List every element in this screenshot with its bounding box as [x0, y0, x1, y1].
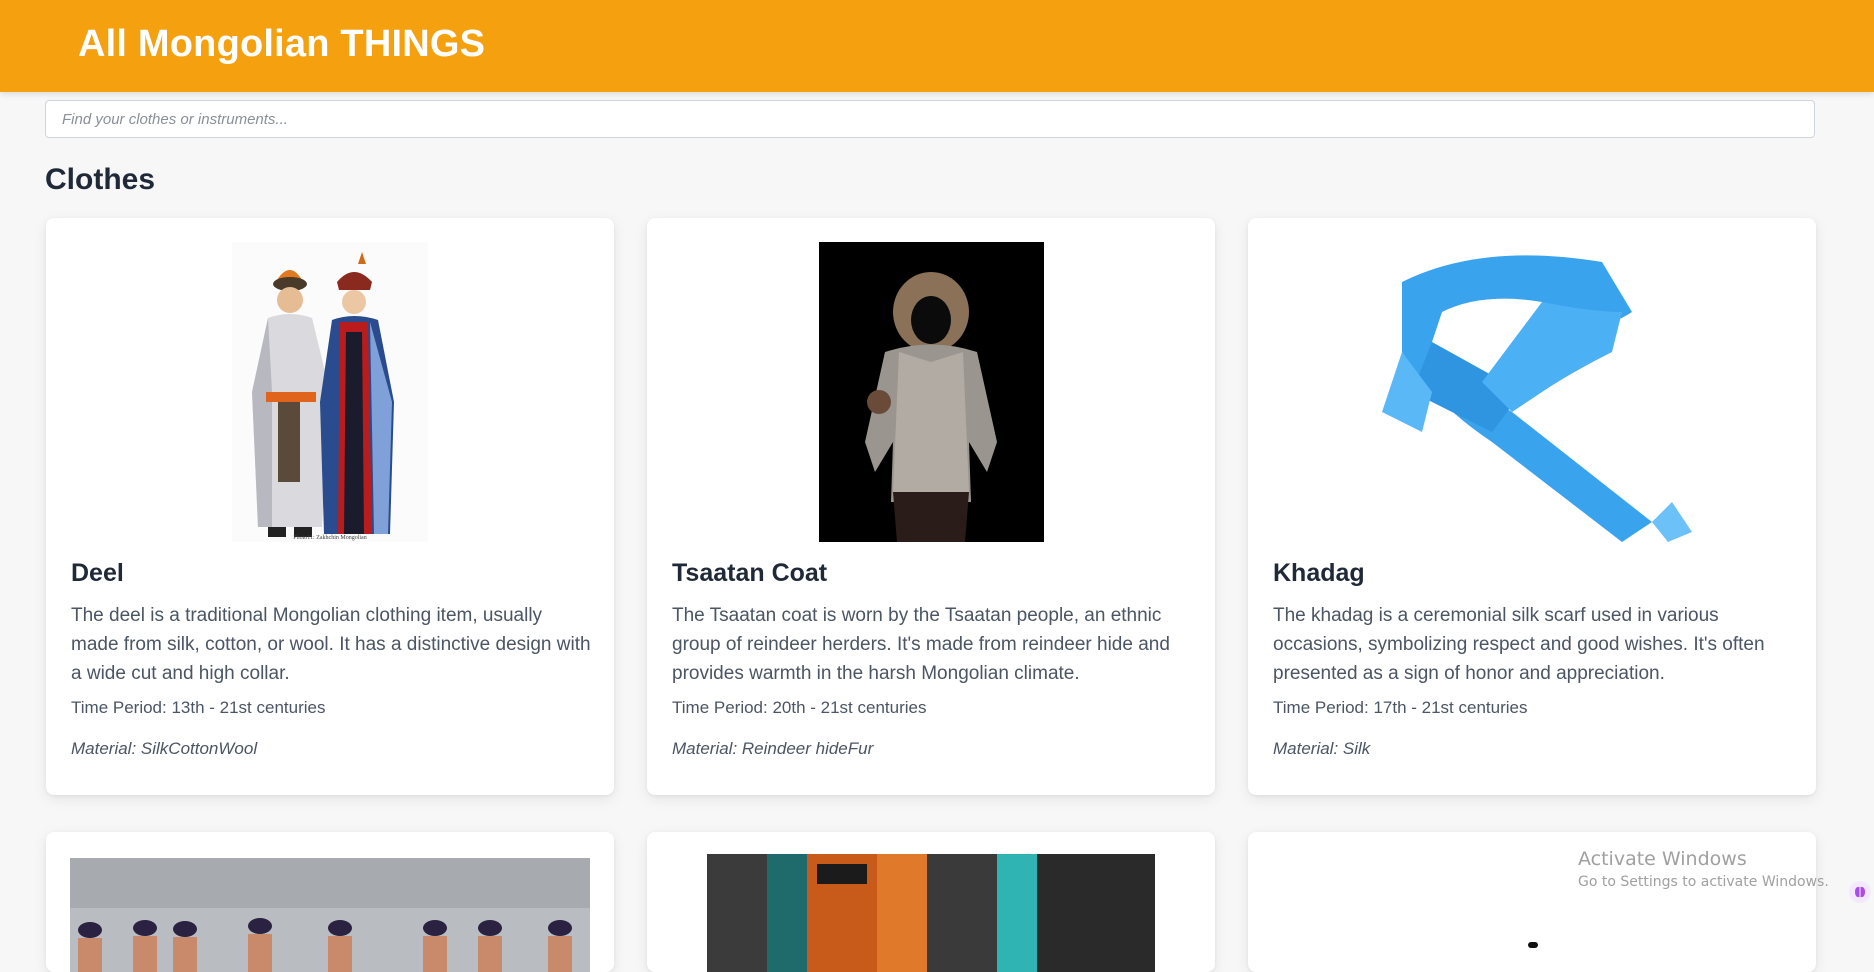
- card-title[interactable]: Khadag: [1273, 559, 1365, 588]
- activate-windows-watermark: Activate Windows Go to Settings to activ…: [1578, 848, 1829, 890]
- card-time-period: Time Period: 17th - 21st centuries: [1273, 698, 1528, 717]
- product-card-partial-2[interactable]: [647, 832, 1215, 972]
- wrestlers-image: [70, 858, 590, 972]
- card-time-period: Time Period: 20th - 21st centuries: [672, 698, 927, 717]
- watermark-line-2: Go to Settings to activate Windows.: [1578, 874, 1829, 890]
- product-card-partial-1[interactable]: [46, 832, 614, 972]
- card-material: Material: Silk: [1273, 739, 1371, 758]
- deel-image: Photo11: Zakhchin Mongolian: [232, 242, 428, 542]
- site-title[interactable]: All Mongolian THINGS: [78, 23, 485, 66]
- card-description: The deel is a traditional Mongolian clot…: [71, 605, 591, 684]
- card-material: Material: Reindeer hideFur: [672, 739, 874, 758]
- card-title[interactable]: Deel: [71, 559, 124, 588]
- card-material: Material: SilkCottonWool: [71, 739, 258, 758]
- search-input[interactable]: [45, 100, 1815, 138]
- product-card-deel[interactable]: Photo11: Zakhchin Mongolian Deel The dee…: [46, 218, 614, 795]
- card-time-period: Time Period: 13th - 21st centuries: [71, 698, 326, 717]
- deel-photo-caption: Photo11: Zakhchin Mongolian: [293, 535, 366, 541]
- watermark-line-1: Activate Windows: [1578, 848, 1747, 870]
- product-card-tsaatan-coat[interactable]: Tsaatan Coat The Tsaatan coat is worn by…: [647, 218, 1215, 795]
- top-header: All Mongolian THINGS: [0, 0, 1874, 92]
- khadag-image: [1372, 242, 1692, 542]
- product-card-khadag[interactable]: Khadag The khadag is a ceremonial silk s…: [1248, 218, 1816, 795]
- tsaatan-coat-image: [819, 242, 1044, 542]
- card-title[interactable]: Tsaatan Coat: [672, 559, 827, 588]
- card-description: The khadag is a ceremonial silk scarf us…: [1273, 605, 1765, 684]
- section-title-clothes: Clothes: [45, 163, 156, 196]
- brain-extension-icon[interactable]: [1848, 880, 1872, 904]
- partial-image: [1528, 942, 1538, 948]
- card-description: The Tsaatan coat is worn by the Tsaatan …: [672, 605, 1170, 684]
- boots-image: [707, 854, 1155, 972]
